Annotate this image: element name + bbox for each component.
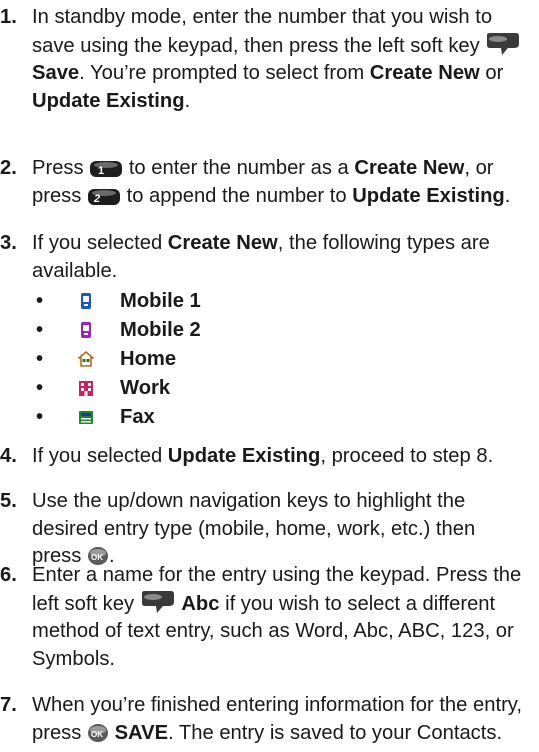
step-7: 7. When you’re finished entering informa… <box>0 692 530 747</box>
step-text: If you selected Update Existing, proceed… <box>32 445 494 467</box>
entry-type-home: • Home <box>36 348 177 370</box>
svg-text:OK: OK <box>91 730 103 739</box>
step-number: 1. <box>0 6 17 28</box>
entry-type-mobile-1: • Mobile 1 <box>36 290 201 312</box>
mobile-phone-icon <box>81 293 91 309</box>
office-building-icon <box>79 381 93 396</box>
step-6: 6. Enter a name for the entry using the … <box>0 562 530 673</box>
step-1: 1. In standby mode, enter the number tha… <box>0 4 530 115</box>
step-text: Press 1 to enter the number as a Create … <box>32 157 511 207</box>
step-text: If you selected Create New, the followin… <box>32 232 490 282</box>
fax-icon <box>79 411 93 424</box>
key-1-icon: 1 <box>90 161 123 177</box>
key-2-abc-icon: 2 <box>87 188 120 205</box>
step-2: 2. Press 1 to enter the number as a Crea… <box>0 155 530 210</box>
step-3: 3. If you selected Create New, the follo… <box>0 230 530 285</box>
ok-button-icon: OK <box>87 723 108 742</box>
step-text: Enter a name for the entry using the key… <box>32 564 522 670</box>
mobile-phone-icon <box>81 322 91 338</box>
step-number: 3. <box>0 232 17 254</box>
step-text: Use the up/down navigation keys to highl… <box>32 490 476 567</box>
step-number: 4. <box>0 445 17 467</box>
left-soft-key-icon <box>487 32 520 55</box>
step-number: 2. <box>0 157 17 179</box>
entry-type-work: • Work <box>36 377 171 399</box>
svg-text:1: 1 <box>98 165 104 177</box>
step-number: 6. <box>0 564 17 586</box>
step-text: In standby mode, enter the number that y… <box>32 4 530 115</box>
step-text: When you’re finished entering informatio… <box>32 694 522 744</box>
step-number: 7. <box>0 694 17 716</box>
svg-text:OK: OK <box>91 553 103 562</box>
step-5: 5. Use the up/down navigation keys to hi… <box>0 488 530 571</box>
svg-text:2: 2 <box>93 193 100 205</box>
step-number: 5. <box>0 490 17 512</box>
instruction-page: 1. In standby mode, enter the number tha… <box>0 0 539 752</box>
entry-type-mobile-2: • Mobile 2 <box>36 319 201 341</box>
entry-type-fax: • Fax <box>36 406 155 428</box>
house-icon <box>78 350 94 367</box>
step-4: 4. If you selected Update Existing, proc… <box>0 443 530 471</box>
left-soft-key-icon <box>141 590 174 613</box>
